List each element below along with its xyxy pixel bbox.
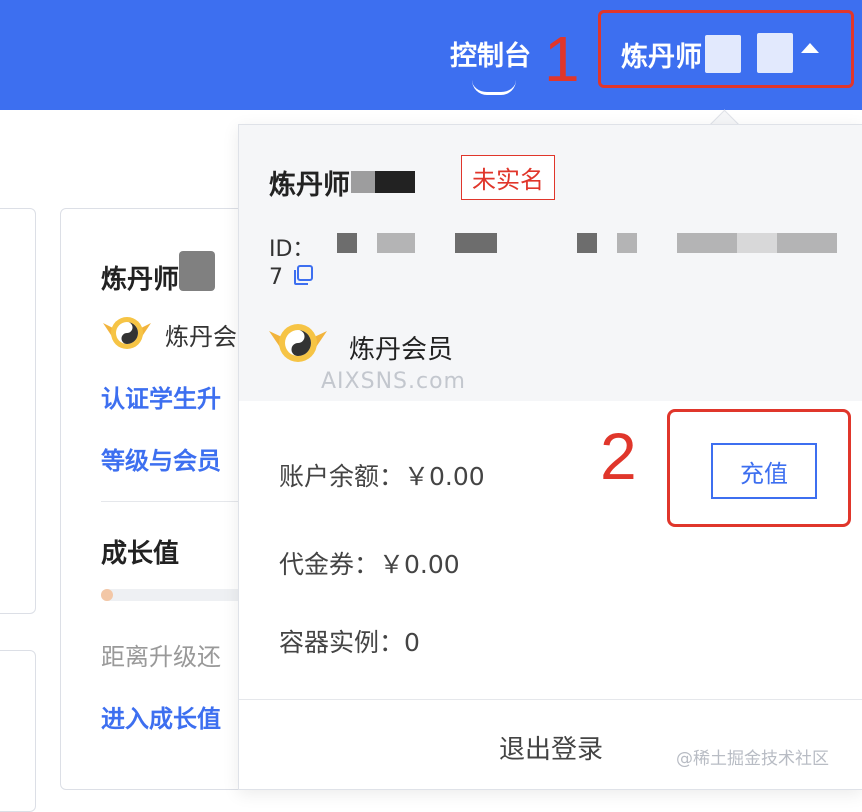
unverified-badge[interactable]: 未实名 bbox=[461, 155, 555, 200]
redacted-block bbox=[757, 33, 793, 73]
redacted-id bbox=[455, 233, 497, 253]
growth-link[interactable]: 进入成长值 bbox=[101, 699, 221, 734]
dropdown-header: 炼丹师 未实名 ID： 7 炼丹会员 AIXSNS.com bbox=[239, 125, 862, 401]
user-dropdown-panel: 炼丹师 未实名 ID： 7 炼丹会员 AIXSNS.com 账户余额：￥0.00 bbox=[238, 124, 862, 790]
console-active-indicator bbox=[472, 80, 516, 95]
upgrade-hint: 距离升级还 bbox=[101, 643, 221, 671]
user-id-label: ID： bbox=[269, 237, 315, 262]
left-card bbox=[0, 208, 36, 614]
console-nav-link[interactable]: 控制台 bbox=[450, 34, 531, 73]
step-2-annotation: 2 bbox=[600, 419, 637, 493]
redacted-block bbox=[375, 171, 415, 193]
profile-username: 炼丹师 bbox=[101, 265, 180, 295]
redacted-id bbox=[617, 233, 637, 253]
divider bbox=[239, 699, 862, 700]
user-id-tail: 7 bbox=[269, 265, 283, 290]
watermark-text: AIXSNS.com bbox=[321, 369, 466, 394]
redacted-id bbox=[737, 233, 777, 253]
copy-icon[interactable] bbox=[291, 263, 315, 287]
user-menu-name: 炼丹师 bbox=[621, 42, 702, 73]
redacted-id bbox=[337, 233, 357, 253]
member-badge-icon bbox=[103, 317, 151, 349]
voucher-balance: 代金券：￥0.00 bbox=[279, 550, 460, 579]
level-member-link[interactable]: 等级与会员 bbox=[101, 441, 221, 476]
user-menu-trigger[interactable]: 炼丹师 bbox=[598, 10, 854, 88]
recharge-button[interactable]: 充值 bbox=[711, 443, 817, 499]
redacted-block bbox=[351, 171, 377, 193]
top-bar: 控制台 1 炼丹师 bbox=[0, 0, 862, 110]
member-badge-icon bbox=[269, 324, 327, 362]
footer-watermark: @稀土掘金技术社区 bbox=[676, 749, 829, 769]
redacted-id bbox=[777, 233, 837, 253]
caret-up-icon bbox=[801, 43, 819, 53]
verify-student-link[interactable]: 认证学生升 bbox=[101, 379, 221, 414]
redacted-id bbox=[677, 233, 737, 253]
growth-title: 成长值 bbox=[101, 539, 180, 569]
redacted-block bbox=[705, 35, 741, 73]
dropdown-member-label: 炼丹会员 bbox=[349, 335, 454, 365]
redacted-id bbox=[377, 233, 415, 253]
growth-progress-fill bbox=[101, 589, 113, 601]
container-instances: 容器实例：0 bbox=[279, 628, 420, 657]
redacted-id bbox=[577, 233, 597, 253]
step-1-annotation: 1 bbox=[544, 23, 580, 95]
redacted-block bbox=[179, 251, 215, 291]
dropdown-username: 炼丹师 bbox=[269, 170, 350, 201]
account-balance: 账户余额：￥0.00 bbox=[279, 462, 485, 491]
